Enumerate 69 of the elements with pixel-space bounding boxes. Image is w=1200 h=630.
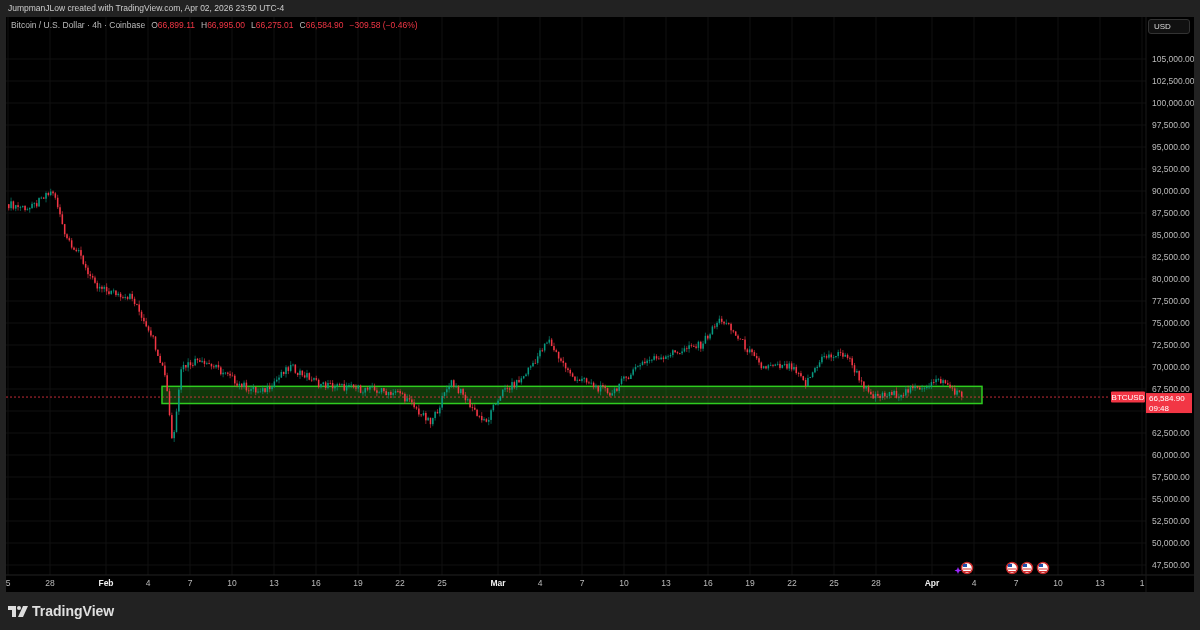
price-change: −309.58 (−0.46%) — [349, 20, 418, 30]
time-axis-label: 13 — [269, 578, 279, 588]
price-axis-label: 55,000.00 — [1152, 494, 1190, 504]
time-axis-label: 10 — [227, 578, 237, 588]
countdown-label: 09:48 — [1149, 403, 1170, 413]
price-axis-label: 67,500.00 — [1152, 384, 1190, 394]
time-axis-label: 1 — [1139, 578, 1145, 588]
price-axis-label: 90,000.00 — [1152, 186, 1190, 196]
price-tag-value: 66,584.90 — [1149, 394, 1185, 404]
price-axis-label: 70,000.00 — [1152, 362, 1190, 372]
chart-caption: JumpmanJLow created with TradingView.com, Apr 02, 2026 23:50 UTC-4 — [7, 2, 286, 15]
price-axis-label: 82,500.00 — [1152, 252, 1190, 262]
time-axis-label: 7 — [579, 578, 585, 588]
price-axis-label: 105,000.00 — [1152, 54, 1194, 64]
price-axis-label: 92,500.00 — [1152, 164, 1190, 174]
time-axis-label: 7 — [1013, 578, 1019, 588]
ohlc-value: O66,899.11 — [151, 20, 195, 30]
time-axis-label: 25 — [829, 578, 839, 588]
time-axis-label: 13 — [661, 578, 671, 588]
time-axis-label: 22 — [395, 578, 405, 588]
time-axis-label: 16 — [311, 578, 321, 588]
symbol-tag: BTCUSD — [1111, 391, 1145, 403]
price-axis-label: 77,500.00 — [1152, 296, 1190, 306]
price-axis-label: 80,000.00 — [1152, 274, 1190, 284]
price-axis-label: 102,500.00 — [1152, 76, 1194, 86]
time-axis-label: 19 — [745, 578, 755, 588]
time-axis-label: 28 — [871, 578, 881, 588]
sparkle-icon[interactable] — [954, 567, 962, 574]
time-axis-label: 28 — [45, 578, 55, 588]
price-axis-label: 85,000.00 — [1152, 230, 1190, 240]
time-axis-label: 13 — [1095, 578, 1105, 588]
price-axis-label: 60,000.00 — [1152, 450, 1190, 460]
price-tag — [1146, 393, 1192, 414]
logo-icon — [8, 605, 28, 617]
time-axis-label: Mar — [490, 578, 506, 588]
price-axis-label: 87,500.00 — [1152, 208, 1190, 218]
price-axis-label: 62,500.00 — [1152, 428, 1190, 438]
flag-icon[interactable] — [1005, 561, 1019, 575]
price-axis-label: 100,000.00 — [1152, 98, 1194, 108]
time-axis-label: 22 — [787, 578, 797, 588]
price-axis-label: 97,500.00 — [1152, 120, 1190, 130]
logo-text: TradingView — [32, 603, 115, 619]
time-axis-label: 7 — [187, 578, 193, 588]
price-axis-label: 95,000.00 — [1152, 142, 1190, 152]
ohlc-value: C66,584.90 — [299, 20, 344, 30]
time-axis-label: 4 — [145, 578, 151, 588]
time-axis-label: 5 — [6, 578, 11, 588]
time-axis-label: 25 — [437, 578, 447, 588]
time-axis-label: 19 — [353, 578, 363, 588]
time-axis-label: 4 — [971, 578, 977, 588]
price-axis-label: 75,000.00 — [1152, 318, 1190, 328]
flag-icon[interactable] — [1036, 561, 1050, 575]
price-axis-label: 57,500.00 — [1152, 472, 1190, 482]
symbol-title: Bitcoin / U.S. Dollar · 4h · Coinbase — [11, 20, 146, 30]
price-axis-label: 52,500.00 — [1152, 516, 1190, 526]
currency-button[interactable]: USD — [1148, 19, 1190, 34]
ohlc-value: L66,275.01 — [250, 20, 294, 30]
flag-icon[interactable] — [960, 561, 974, 575]
ohlc-value: H66,995.00 — [201, 20, 245, 30]
time-axis-label: 16 — [703, 578, 713, 588]
price-axis-label: 72,500.00 — [1152, 340, 1190, 350]
time-axis-label: 10 — [619, 578, 629, 588]
time-axis-label: Apr — [924, 578, 940, 588]
time-axis-label: Feb — [98, 578, 114, 588]
time-axis-label: 4 — [537, 578, 543, 588]
price-axis-label: 47,500.00 — [1152, 560, 1190, 570]
time-axis-label: 10 — [1053, 578, 1063, 588]
flag-icon[interactable] — [1020, 561, 1034, 575]
price-axis-label: 50,000.00 — [1152, 538, 1190, 548]
